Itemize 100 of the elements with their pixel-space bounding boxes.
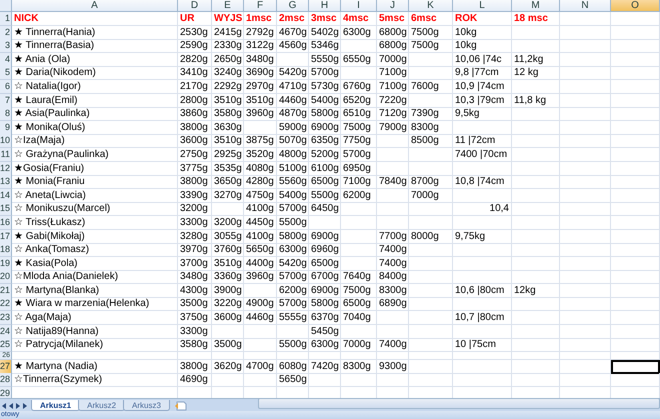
column-header[interactable]: E xyxy=(212,0,244,12)
row-header[interactable]: 15 xyxy=(0,202,12,216)
table-cell: 5400g xyxy=(277,188,309,203)
table-cell: 3480g xyxy=(244,52,277,67)
table-cell: UR xyxy=(178,12,212,26)
row-header[interactable]: 7 xyxy=(0,94,12,108)
table-cell: 8300g xyxy=(377,284,409,298)
table-cell: 10 |75cm xyxy=(453,338,512,352)
row-header[interactable]: 28 xyxy=(0,373,12,388)
column-header[interactable]: J xyxy=(377,0,409,12)
row-header[interactable]: 27 xyxy=(0,360,12,374)
column-header[interactable]: N xyxy=(560,0,611,12)
row-header[interactable]: 22 xyxy=(0,297,12,312)
table-cell: 3240g xyxy=(212,66,244,80)
empty-cell xyxy=(244,338,277,352)
row-header[interactable]: 2 xyxy=(0,26,12,40)
column-header[interactable]: K xyxy=(409,0,453,12)
row-header[interactable]: 8 xyxy=(0,107,12,122)
empty-cell xyxy=(560,162,611,176)
column-header[interactable]: H xyxy=(309,0,341,12)
row-header[interactable]: 9 xyxy=(0,120,12,135)
empty-cell xyxy=(560,324,611,339)
row-header[interactable]: 3 xyxy=(0,39,12,54)
column-header[interactable]: I xyxy=(341,0,377,12)
table-cell: 3630g xyxy=(212,120,244,135)
table-cell: 3500g xyxy=(212,338,244,352)
column-header[interactable]: D xyxy=(178,0,212,12)
row-header[interactable]: 18 xyxy=(0,243,12,258)
table-cell: 3300g xyxy=(178,324,212,339)
row-header[interactable]: 17 xyxy=(0,230,12,244)
row-header[interactable]: 29 xyxy=(0,387,12,398)
sheet-tab[interactable]: Arkusz1 xyxy=(31,400,80,411)
empty-cell xyxy=(377,373,409,388)
table-cell: ☆ Anka(Tomasz) xyxy=(12,243,178,258)
column-header[interactable]: F xyxy=(244,0,277,12)
table-cell: 7390g xyxy=(409,107,453,122)
row-header[interactable]: 16 xyxy=(0,216,12,230)
table-cell: 8000g xyxy=(409,230,453,244)
column-header[interactable]: G xyxy=(277,0,309,12)
row-header[interactable]: 10 xyxy=(0,134,12,148)
table-cell: 6900g xyxy=(309,120,341,135)
row-header[interactable]: 19 xyxy=(0,256,12,271)
table-cell: ☆ Aga(Maja) xyxy=(12,311,178,326)
empty-cell xyxy=(611,120,660,135)
table-cell: 3410g xyxy=(178,66,212,80)
row-header[interactable]: 25 xyxy=(0,338,12,352)
row-header[interactable]: 6 xyxy=(0,80,12,94)
empty-cell xyxy=(611,202,660,216)
table-cell: 3960g xyxy=(244,270,277,284)
row-header[interactable]: 20 xyxy=(0,270,12,284)
row-header[interactable]: 11 xyxy=(0,148,12,162)
table-cell: 6900g xyxy=(309,230,341,244)
table-cell: 5420g xyxy=(277,256,309,271)
row-header[interactable]: 1 xyxy=(0,12,12,26)
table-cell: 2925g xyxy=(212,148,244,162)
table-cell: 9300g xyxy=(377,360,409,374)
empty-cell xyxy=(409,216,453,230)
row-header[interactable]: 5 xyxy=(0,66,12,80)
column-header[interactable]: A xyxy=(12,0,178,12)
column-header[interactable]: M xyxy=(512,0,560,12)
empty-cell xyxy=(560,202,611,216)
column-header[interactable]: L xyxy=(453,0,512,12)
table-cell: 7500g xyxy=(341,284,377,298)
table-cell: 3122g xyxy=(244,39,277,54)
row-header[interactable]: 12 xyxy=(0,162,12,176)
table-cell: 4080g xyxy=(244,162,277,176)
empty-cell xyxy=(409,373,453,388)
sheet-tab[interactable]: Arkusz3 xyxy=(123,400,170,411)
horizontal-scrollbar[interactable] xyxy=(258,398,660,409)
empty-cell xyxy=(512,148,560,162)
row-header[interactable]: 4 xyxy=(0,52,12,67)
table-cell: 5555g xyxy=(277,311,309,326)
row-header[interactable]: 13 xyxy=(0,175,12,190)
empty-cell xyxy=(611,134,660,148)
row-header[interactable]: 14 xyxy=(0,188,12,203)
row-header[interactable]: 21 xyxy=(0,284,12,298)
table-cell: 5650g xyxy=(244,243,277,258)
empty-cell xyxy=(409,338,453,352)
table-cell: 10,4 xyxy=(453,202,512,216)
empty-cell xyxy=(611,270,660,284)
table-cell: ★ Asia(Paulinka) xyxy=(12,107,178,122)
table-cell: WYJS xyxy=(212,12,244,26)
table-cell: 6300g xyxy=(309,338,341,352)
table-cell: ☆ Grażyna(Paulinka) xyxy=(12,148,178,162)
table-cell: 10,06 |74c xyxy=(453,52,512,67)
table-cell: 7500g xyxy=(341,120,377,135)
table-cell: 5100g xyxy=(277,162,309,176)
table-cell: 2415g xyxy=(212,26,244,40)
row-header[interactable]: 23 xyxy=(0,311,12,326)
selected-cell[interactable] xyxy=(611,360,660,374)
empty-cell xyxy=(560,188,611,203)
column-header[interactable]: O xyxy=(611,0,660,12)
table-cell: 6500g xyxy=(309,175,341,190)
table-cell: 6100g xyxy=(309,162,341,176)
empty-cell xyxy=(377,134,409,148)
table-cell: 7400g xyxy=(377,256,409,271)
sheet-tab[interactable]: Arkusz2 xyxy=(78,400,126,411)
empty-cell xyxy=(560,107,611,122)
empty-cell xyxy=(244,120,277,135)
row-header[interactable]: 24 xyxy=(0,324,12,339)
